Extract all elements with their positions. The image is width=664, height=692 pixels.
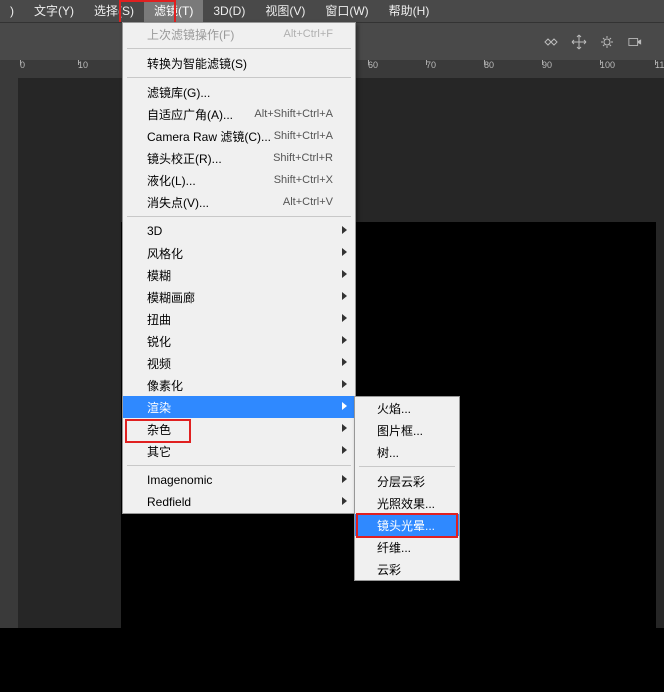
menuitem-camera-raw[interactable]: Camera Raw 滤镜(C)...Shift+Ctrl+A [123, 125, 355, 147]
chevron-right-icon [342, 314, 347, 322]
menu-separator [359, 466, 455, 467]
menuitem-other[interactable]: 其它 [123, 440, 355, 462]
menuitem-vanishing-point[interactable]: 消失点(V)...Alt+Ctrl+V [123, 191, 355, 213]
menuitem-smart-filter[interactable]: 转换为智能滤镜(S) [123, 52, 355, 74]
menuitem-imagenomic[interactable]: Imagenomic [123, 469, 355, 491]
render-submenu: 火焰... 图片框... 树... 分层云彩 光照效果... 镜头光晕... 纤… [354, 396, 460, 581]
chevron-right-icon [342, 424, 347, 432]
chevron-right-icon [342, 292, 347, 300]
move-arrows-icon[interactable] [570, 33, 588, 51]
submenu-item-clouds[interactable]: 云彩 [355, 558, 459, 580]
menuitem-sharpen[interactable]: 锐化 [123, 330, 355, 352]
submenu-item-picture-frame[interactable]: 图片框... [355, 419, 459, 441]
menuitem-noise[interactable]: 杂色 [123, 418, 355, 440]
menu-separator [127, 216, 351, 217]
menu-bar: ) 文字(Y) 选择(S) 滤镜(T) 3D(D) 视图(V) 窗口(W) 帮助… [0, 0, 664, 22]
menuitem-distort[interactable]: 扭曲 [123, 308, 355, 330]
chevron-right-icon [342, 497, 347, 505]
menu-item-window[interactable]: 窗口(W) [315, 0, 378, 22]
menu-item-help[interactable]: 帮助(H) [379, 0, 440, 22]
submenu-item-lighting-effects[interactable]: 光照效果... [355, 492, 459, 514]
vertical-ruler [0, 78, 19, 628]
menuitem-redfield[interactable]: Redfield [123, 491, 355, 513]
menu-item-partial[interactable]: ) [0, 0, 24, 22]
menuitem-adaptive-wide-angle[interactable]: 自适应广角(A)...Alt+Shift+Ctrl+A [123, 103, 355, 125]
menu-item-text[interactable]: 文字(Y) [24, 0, 84, 22]
chevron-right-icon [342, 475, 347, 483]
submenu-item-lens-flare[interactable]: 镜头光晕... [355, 514, 459, 536]
gear-icon[interactable] [598, 33, 616, 51]
menu-item-select[interactable]: 选择(S) [84, 0, 144, 22]
chevron-right-icon [342, 336, 347, 344]
menuitem-blur[interactable]: 模糊 [123, 264, 355, 286]
toolbar-right-icons [542, 23, 644, 61]
menuitem-3d[interactable]: 3D [123, 220, 355, 242]
chevron-right-icon [342, 446, 347, 454]
chevron-right-icon [342, 402, 347, 410]
filter-dropdown-menu: 上次滤镜操作(F) Alt+Ctrl+F 转换为智能滤镜(S) 滤镜库(G)..… [122, 22, 356, 514]
menuitem-pixelate[interactable]: 像素化 [123, 374, 355, 396]
menuitem-liquify[interactable]: 液化(L)...Shift+Ctrl+X [123, 169, 355, 191]
chevron-right-icon [342, 358, 347, 366]
chevron-right-icon [342, 270, 347, 278]
menu-separator [127, 465, 351, 466]
menu-item-filter[interactable]: 滤镜(T) [144, 0, 203, 22]
menu-separator [127, 77, 351, 78]
chevron-right-icon [342, 248, 347, 256]
menuitem-render[interactable]: 渲染 [123, 396, 355, 418]
menuitem-blur-gallery[interactable]: 模糊画廊 [123, 286, 355, 308]
menuitem-lens-correction[interactable]: 镜头校正(R)...Shift+Ctrl+R [123, 147, 355, 169]
menu-item-3d[interactable]: 3D(D) [203, 0, 255, 22]
menuitem-stylize[interactable]: 风格化 [123, 242, 355, 264]
menuitem-last-filter[interactable]: 上次滤镜操作(F) Alt+Ctrl+F [123, 23, 355, 45]
menuitem-video[interactable]: 视频 [123, 352, 355, 374]
menuitem-filter-gallery[interactable]: 滤镜库(G)... [123, 81, 355, 103]
chevron-right-icon [342, 380, 347, 388]
submenu-item-fibers[interactable]: 纤维... [355, 536, 459, 558]
menu-item-view[interactable]: 视图(V) [255, 0, 315, 22]
menu-separator [127, 48, 351, 49]
chevron-right-icon [342, 226, 347, 234]
submenu-item-flame[interactable]: 火焰... [355, 397, 459, 419]
camera-icon[interactable] [626, 33, 644, 51]
submenu-item-difference-clouds[interactable]: 分层云彩 [355, 470, 459, 492]
submenu-item-tree[interactable]: 树... [355, 441, 459, 463]
handshake-icon[interactable] [542, 33, 560, 51]
